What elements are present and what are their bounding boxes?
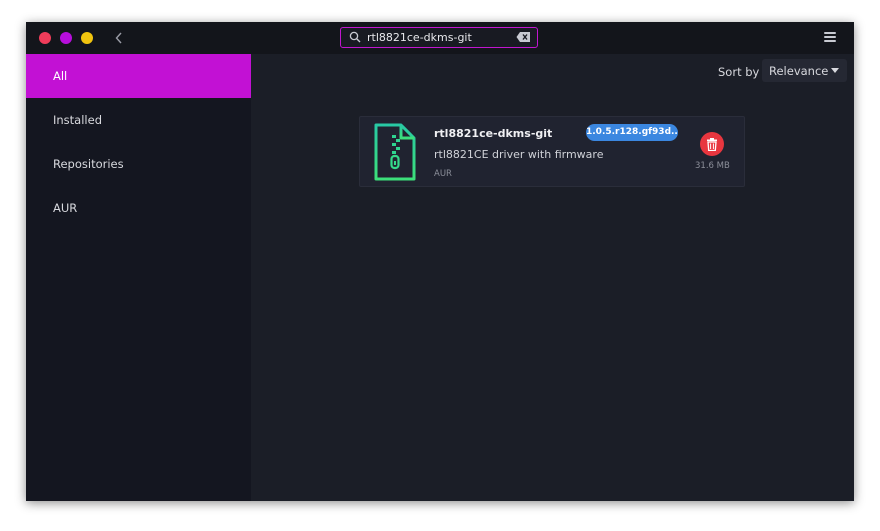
package-size: 31.6 MB <box>695 161 730 171</box>
sidebar-item-installed[interactable]: Installed <box>26 98 251 142</box>
back-icon <box>115 32 122 44</box>
search-icon <box>349 31 361 43</box>
sidebar-item-repositories[interactable]: Repositories <box>26 142 251 186</box>
clear-icon[interactable] <box>516 31 531 43</box>
sidebar-item-aur[interactable]: AUR <box>26 186 251 230</box>
sidebar-item-label: AUR <box>53 201 78 215</box>
sort-dropdown[interactable]: Relevance <box>762 59 847 82</box>
titlebar <box>26 22 854 54</box>
archive-file-icon <box>374 123 416 181</box>
search-box[interactable] <box>340 27 538 48</box>
sidebar-item-all[interactable]: All <box>26 54 251 98</box>
sort-by-label: Sort by <box>718 65 760 79</box>
app-window: All Installed Repositories AUR Sort by R… <box>26 22 854 501</box>
version-badge: 1.0.5.r128.gf93d... <box>586 124 678 141</box>
back-button[interactable] <box>112 30 126 46</box>
package-name: rtl8821ce-dkms-git <box>434 127 553 140</box>
search-input[interactable] <box>367 28 507 47</box>
hamburger-menu-icon <box>824 32 836 42</box>
main-content: Sort by Relevance rtl8821ce-dkms-git rtl… <box>252 54 854 501</box>
sort-dropdown-value: Relevance <box>769 63 829 78</box>
package-description: rtl8821CE driver with firmware <box>434 148 604 161</box>
sidebar-item-label: All <box>53 69 68 83</box>
remove-package-button[interactable] <box>700 132 724 156</box>
close-window-button[interactable] <box>39 32 51 44</box>
package-card[interactable]: rtl8821ce-dkms-git rtl8821CE driver with… <box>359 116 745 187</box>
sidebar: All Installed Repositories AUR <box>26 54 251 501</box>
sidebar-item-label: Repositories <box>53 157 124 171</box>
chevron-down-icon <box>831 68 839 73</box>
package-repo: AUR <box>434 169 452 179</box>
minimize-window-button[interactable] <box>81 32 93 44</box>
trash-icon <box>707 137 717 151</box>
hamburger-menu-button[interactable] <box>824 32 836 44</box>
maximize-window-button[interactable] <box>60 32 72 44</box>
sidebar-item-label: Installed <box>53 113 102 127</box>
